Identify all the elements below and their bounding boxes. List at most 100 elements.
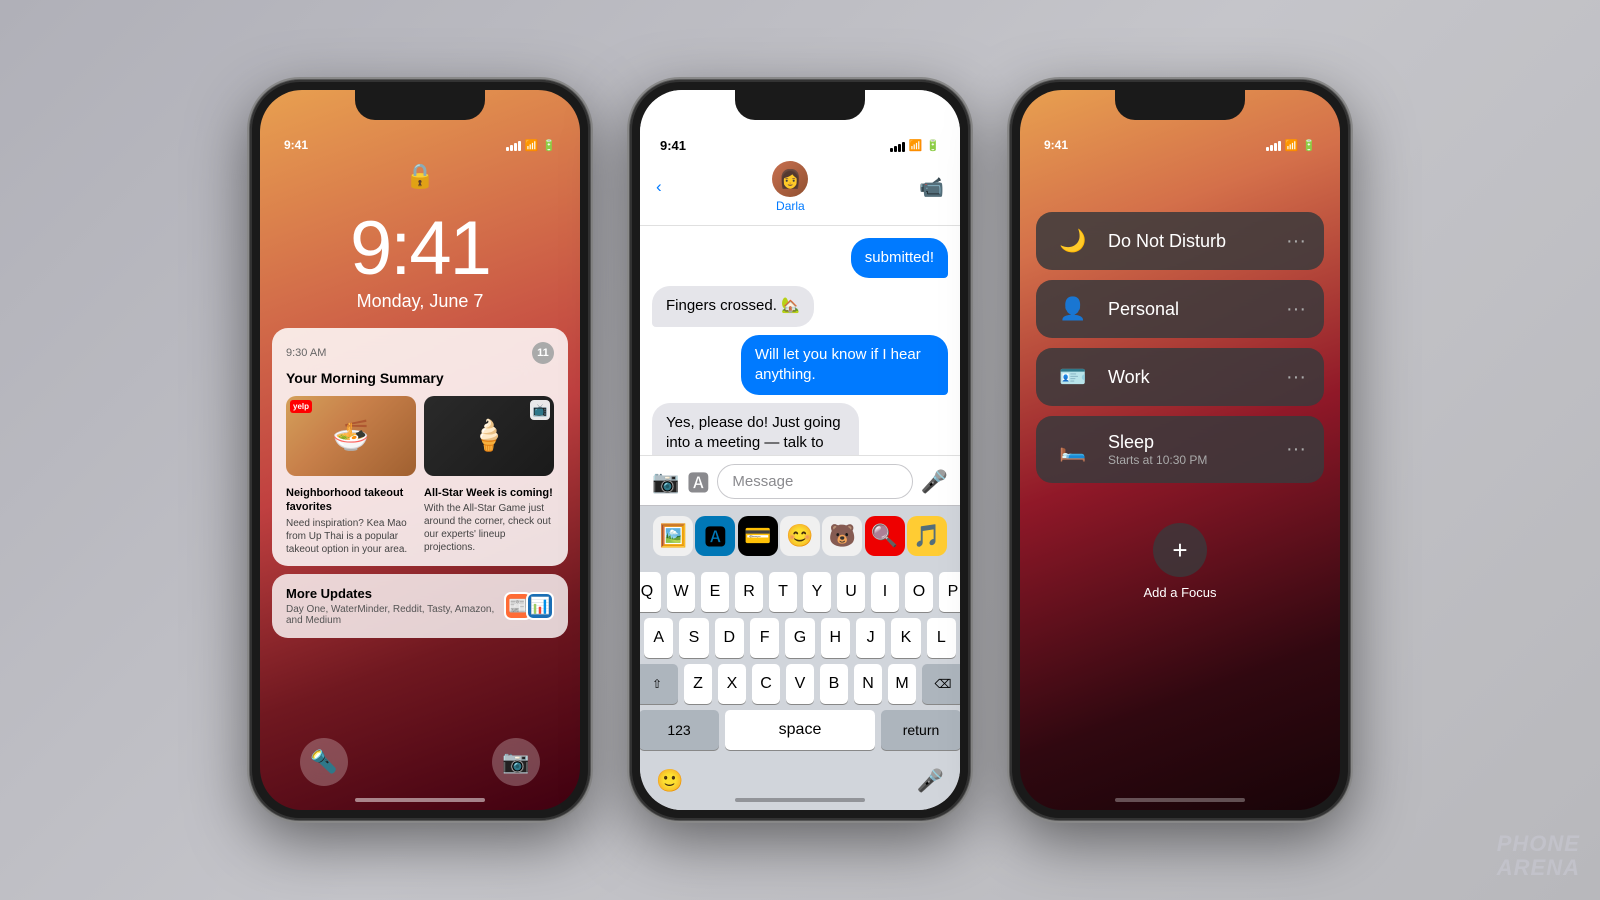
notif-images: yelp 📺 — [286, 396, 554, 476]
dictation-key[interactable]: 🎤 — [909, 760, 952, 802]
appstore-input-icon[interactable]: 🅰 — [687, 466, 709, 498]
key-q[interactable]: Q — [640, 572, 661, 612]
phone3-wifi-icon: 📶 — [1285, 139, 1299, 152]
emoji-key[interactable]: 🙂 — [648, 760, 691, 802]
notch-3 — [1115, 90, 1245, 120]
music-icon[interactable]: 🎵 — [907, 516, 947, 556]
key-e[interactable]: E — [701, 572, 729, 612]
contact-name: Darla — [772, 199, 808, 213]
memoji-icon[interactable]: 😊 — [780, 516, 820, 556]
personal-more[interactable]: ··· — [1286, 298, 1306, 321]
phone3-frame: 9:41 📶 🔋 🌙 — [1010, 80, 1350, 820]
messages-screen: 9:41 📶 🔋 ‹ 👩 — [640, 90, 960, 810]
keyboard-row-2: A S D F G H J K L — [644, 618, 956, 658]
notif-badge: 11 — [532, 342, 554, 364]
key-r[interactable]: R — [735, 572, 763, 612]
key-c[interactable]: C — [752, 664, 780, 704]
key-return[interactable]: return — [881, 710, 960, 750]
phonearena-watermark: PHONE ARENA — [1497, 832, 1580, 880]
applepay-icon[interactable]: 💳 — [738, 516, 778, 556]
work-more[interactable]: ··· — [1286, 366, 1306, 389]
focus-card-work[interactable]: 🪪 Work ··· — [1036, 348, 1324, 406]
key-u[interactable]: U — [837, 572, 865, 612]
appstore-app-icon[interactable]: 🅰 — [695, 516, 735, 556]
animoji-icon[interactable]: 🐻 — [822, 516, 862, 556]
sleep-sublabel: Starts at 10:30 PM — [1108, 453, 1270, 467]
key-p[interactable]: P — [939, 572, 960, 612]
key-g[interactable]: G — [785, 618, 814, 658]
phone3-signal — [1266, 139, 1281, 151]
message-input[interactable]: Message — [717, 464, 912, 499]
key-o[interactable]: O — [905, 572, 933, 612]
key-v[interactable]: V — [786, 664, 814, 704]
notif-col2: All-Star Week is coming! With the All-St… — [424, 486, 554, 556]
phone2-signal — [890, 140, 905, 152]
search-icon[interactable]: 🔍 — [865, 516, 905, 556]
sleep-label: Sleep — [1108, 432, 1270, 453]
key-n[interactable]: N — [854, 664, 882, 704]
key-k[interactable]: K — [891, 618, 920, 658]
notif-body2: With the All-Star Game just around the c… — [424, 502, 554, 554]
work-label: Work — [1108, 367, 1270, 388]
espn-icon: 📺 — [530, 400, 550, 420]
focus-card-do-not-disturb[interactable]: 🌙 Do Not Disturb ··· — [1036, 212, 1324, 270]
key-a[interactable]: A — [644, 618, 673, 658]
do-not-disturb-icon: 🌙 — [1054, 228, 1092, 254]
flashlight-button[interactable]: 🔦 — [300, 738, 348, 786]
work-icon: 🪪 — [1054, 364, 1092, 390]
key-space[interactable]: space — [725, 710, 875, 750]
sleep-more[interactable]: ··· — [1286, 438, 1306, 461]
key-m[interactable]: M — [888, 664, 916, 704]
key-y[interactable]: Y — [803, 572, 831, 612]
key-i[interactable]: I — [871, 572, 899, 612]
notif-col1: Neighborhood takeout favorites Need insp… — [286, 486, 416, 556]
key-w[interactable]: W — [667, 572, 695, 612]
keyboard[interactable]: Q W E R T Y U I O P A S D — [640, 566, 960, 810]
key-s[interactable]: S — [679, 618, 708, 658]
phone2-status-icons: 📶 🔋 — [890, 139, 940, 152]
focus-card-sleep[interactable]: 🛏️ Sleep Starts at 10:30 PM ··· — [1036, 416, 1324, 483]
key-f[interactable]: F — [750, 618, 779, 658]
contact-info[interactable]: 👩 Darla — [772, 161, 808, 213]
more-updates-card[interactable]: More Updates Day One, WaterMinder, Reddi… — [272, 574, 568, 638]
focus-card-personal[interactable]: 👤 Personal ··· — [1036, 280, 1324, 338]
add-focus-button[interactable]: + — [1153, 523, 1207, 577]
message-bubble-received-2: Yes, please do! Just going into a meetin… — [652, 403, 859, 455]
message-input-area: 📷 🅰 Message 🎤 — [640, 455, 960, 505]
key-d[interactable]: D — [715, 618, 744, 658]
more-updates-title: More Updates — [286, 586, 504, 601]
do-not-disturb-more[interactable]: ··· — [1286, 230, 1306, 253]
audio-input-icon[interactable]: 🎤 — [921, 469, 948, 495]
notch-2 — [735, 90, 865, 120]
message-bubble-sent-1: submitted! — [851, 238, 948, 278]
status-icons: 📶 🔋 — [506, 139, 556, 152]
key-l[interactable]: L — [927, 618, 956, 658]
key-delete[interactable]: ⌫ — [922, 664, 960, 704]
icecream-image: 📺 — [424, 396, 554, 476]
back-button[interactable]: ‹ — [656, 177, 662, 197]
lock-icon: 🔒 — [260, 162, 580, 191]
keyboard-row-1: Q W E R T Y U I O P — [644, 572, 956, 612]
messages-status-time: 9:41 — [660, 138, 686, 153]
camera-button[interactable]: 📷 — [492, 738, 540, 786]
key-h[interactable]: H — [821, 618, 850, 658]
key-numbers[interactable]: 123 — [640, 710, 719, 750]
keyboard-bottom-row: 🙂 🎤 — [644, 756, 956, 804]
more-updates-subtitle: Day One, WaterMinder, Reddit, Tasty, Ama… — [286, 604, 504, 626]
key-z[interactable]: Z — [684, 664, 712, 704]
key-t[interactable]: T — [769, 572, 797, 612]
photos-app-icon[interactable]: 🖼️ — [653, 516, 693, 556]
add-focus-section[interactable]: + Add a Focus — [1036, 523, 1324, 600]
morning-summary-card[interactable]: 9:30 AM 11 Your Morning Summary yelp 📺 — [272, 328, 568, 566]
key-b[interactable]: B — [820, 664, 848, 704]
video-call-button[interactable]: 📹 — [919, 175, 944, 200]
key-shift[interactable]: ⇧ — [640, 664, 678, 704]
more-updates-text: More Updates Day One, WaterMinder, Reddi… — [286, 586, 504, 626]
app-suggestions-row: 🖼️ 🅰 💳 😊 🐻 🔍 🎵 — [640, 505, 960, 566]
phone2-wifi-icon: 📶 — [909, 139, 923, 152]
status-time: 9:41 — [284, 138, 308, 152]
chat-area: submitted! Fingers crossed. 🏡 Will let y… — [640, 226, 960, 455]
camera-input-icon[interactable]: 📷 — [652, 469, 679, 495]
key-x[interactable]: X — [718, 664, 746, 704]
key-j[interactable]: J — [856, 618, 885, 658]
